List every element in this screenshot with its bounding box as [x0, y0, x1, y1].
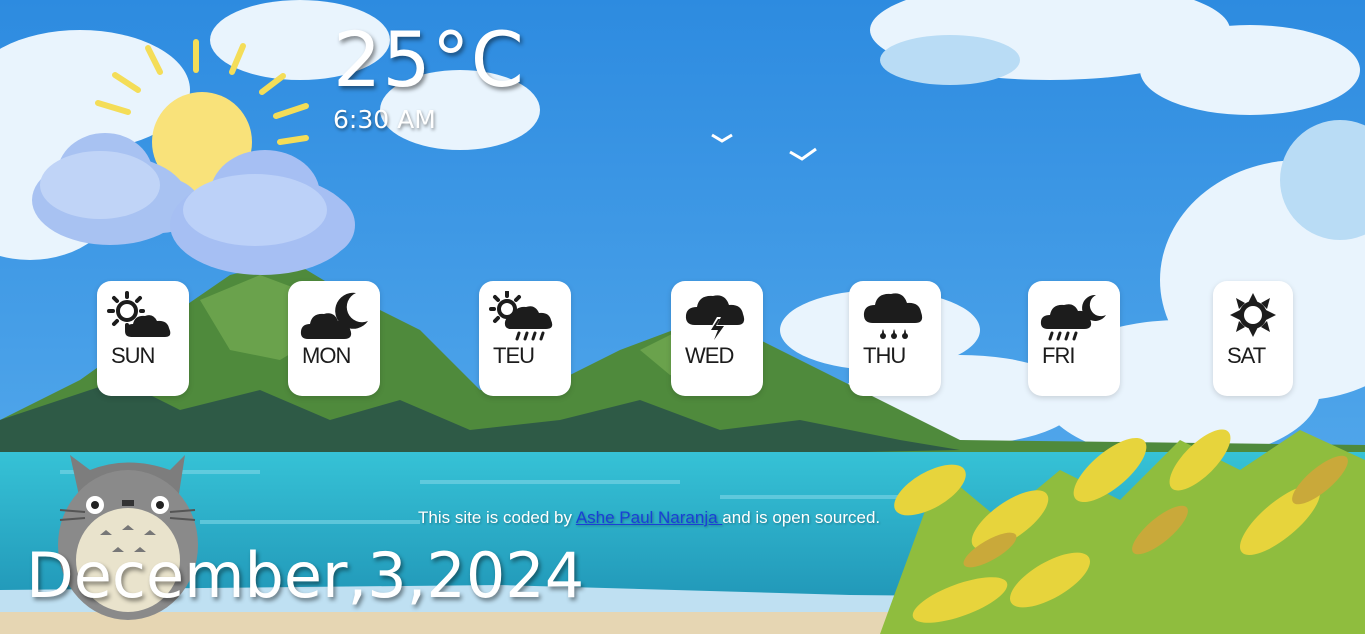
thunderstorm-icon	[685, 295, 745, 341]
forecast-day-fri[interactable]: FRI	[1028, 281, 1120, 396]
forecast-day-teu[interactable]: TEU	[479, 281, 571, 396]
forecast-day-thu[interactable]: THU	[849, 281, 941, 396]
site-credit: This site is coded by Ashe Paul Naranja …	[418, 507, 880, 529]
credit-suffix: and is open sourced.	[722, 508, 881, 527]
sun-cloud-rain-icon	[489, 291, 553, 341]
temperature-display: 25°C	[333, 15, 525, 104]
rain-cloud-icon	[863, 293, 923, 339]
credit-prefix: This site is coded by	[418, 508, 576, 527]
forecast-day-label: THU	[863, 343, 906, 368]
forecast-day-sat[interactable]: SAT	[1213, 281, 1293, 396]
author-link[interactable]: Ashe Paul Naranja	[576, 508, 722, 527]
date-display: December,3,2024	[26, 539, 585, 612]
forecast-day-label: FRI	[1042, 343, 1075, 368]
forecast-day-label: MON	[302, 343, 351, 368]
time-display: 6:30 AM	[333, 105, 436, 134]
sun-icon	[1230, 293, 1276, 337]
forecast-day-mon[interactable]: MON	[288, 281, 380, 396]
sun-cloud-icon	[107, 291, 171, 337]
forecast-day-label: SUN	[111, 343, 155, 368]
forecast-day-label: TEU	[493, 343, 535, 368]
forecast-day-wed[interactable]: WED	[671, 281, 763, 396]
forecast-day-sun[interactable]: SUN	[97, 281, 189, 396]
moon-cloud-icon	[300, 292, 368, 339]
moon-cloud-rain-icon	[1040, 294, 1106, 341]
forecast-day-label: WED	[685, 343, 734, 368]
forecast-day-label: SAT	[1227, 343, 1266, 368]
